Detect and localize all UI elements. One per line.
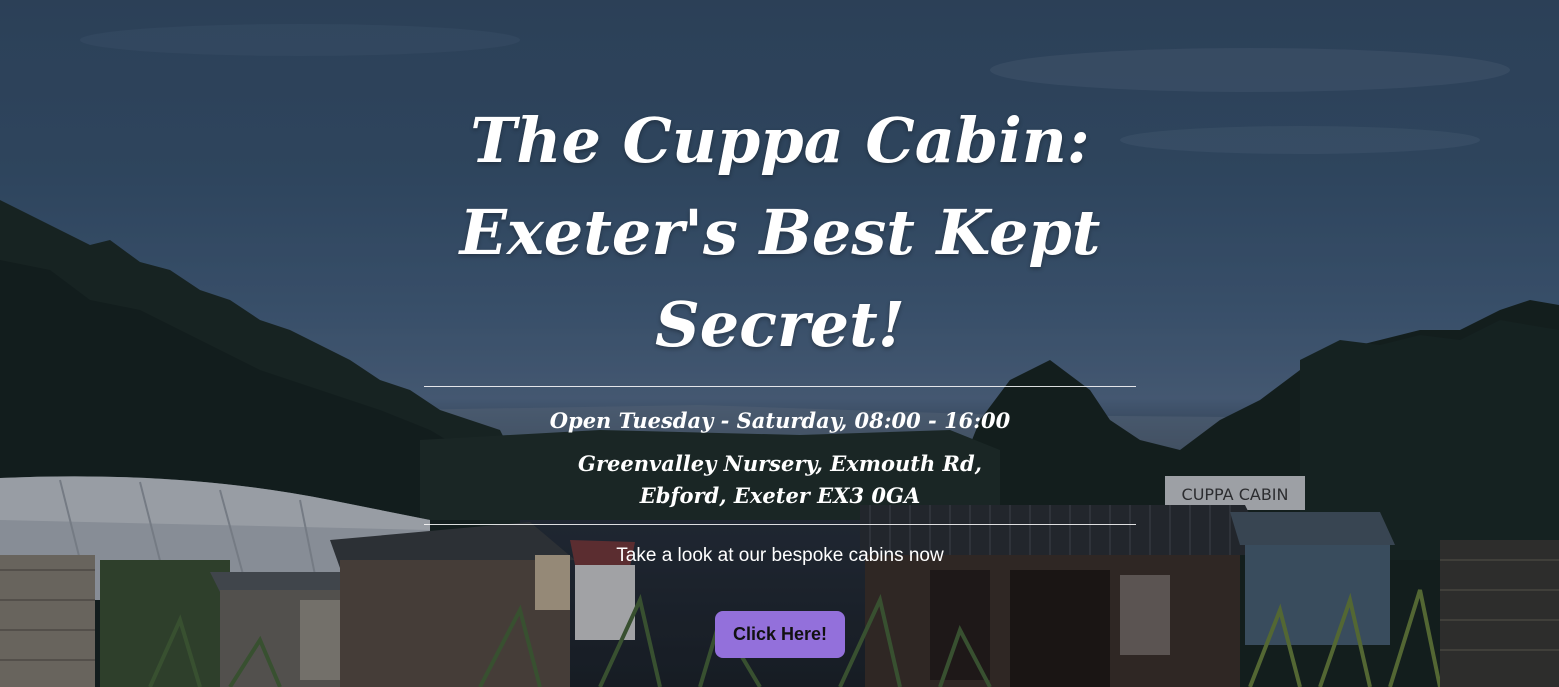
hero-title-line2: Exeter's Best Kept Secret! <box>459 196 1101 361</box>
address: Greenvalley Nursery, Exmouth Rd, Ebford,… <box>424 448 1136 512</box>
opening-hours: Open Tuesday - Saturday, 08:00 - 16:00 <box>549 408 1011 433</box>
hero-title-line1: The Cuppa Cabin: <box>470 104 1090 177</box>
address-line2: Ebford, Exeter EX3 0GA <box>639 483 921 508</box>
hero-content: The Cuppa Cabin: Exeter's Best Kept Secr… <box>424 95 1136 658</box>
click-here-button[interactable]: Click Here! <box>714 611 846 658</box>
hero-section: CUPPA CABIN The Cuppa Cabin: Exeter's Be… <box>0 0 1559 687</box>
address-line1: Greenvalley Nursery, Exmouth Rd, <box>578 451 982 476</box>
divider-bottom <box>424 524 1136 525</box>
hero-title: The Cuppa Cabin: Exeter's Best Kept Secr… <box>424 95 1136 371</box>
hero-tagline: Take a look at our bespoke cabins now <box>616 545 944 566</box>
divider-top <box>424 386 1136 387</box>
